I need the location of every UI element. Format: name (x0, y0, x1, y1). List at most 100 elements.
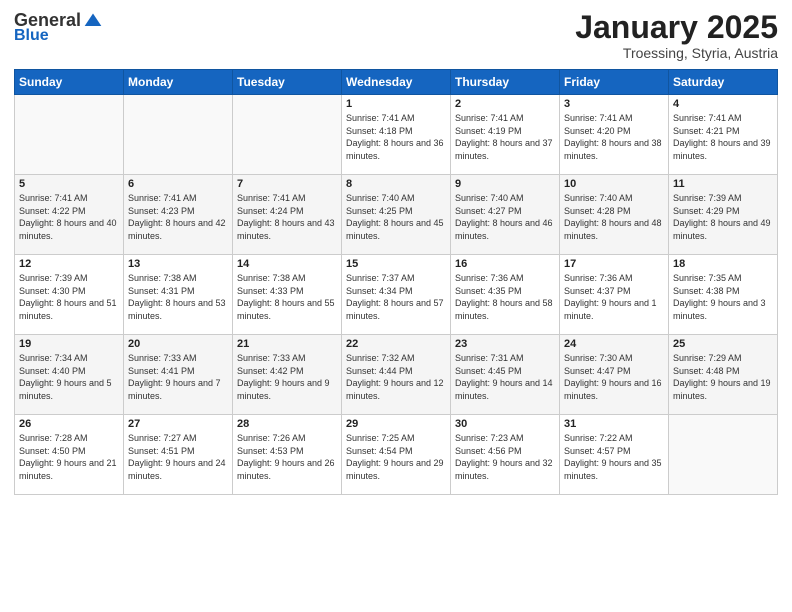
day-info: Sunrise: 7:31 AM Sunset: 4:45 PM Dayligh… (455, 352, 555, 402)
day-cell-0-1 (124, 95, 233, 175)
week-row-2: 5 Sunrise: 7:41 AM Sunset: 4:22 PM Daylig… (15, 175, 778, 255)
day-cell-4-3: 29Sunrise: 7:25 AM Sunset: 4:54 PM Dayli… (342, 415, 451, 495)
day-number: 20 (128, 338, 228, 350)
day-info: Sunrise: 7:35 AM Sunset: 4:38 PM Dayligh… (673, 272, 773, 322)
day-number: 26 (19, 418, 119, 430)
day-cell-2-2: 14 Sunrise: 7:38 AM Sunset: 4:33 PM Dayli… (233, 255, 342, 335)
day-cell-1-3: 8 Sunrise: 7:40 AM Sunset: 4:25 PM Daylig… (342, 175, 451, 255)
day-info: Sunrise: 7:41 AM Sunset: 4:20 PM Dayligh… (564, 112, 664, 162)
day-cell-0-2 (233, 95, 342, 175)
day-info: Sunrise: 7:41 AM Sunset: 4:19 PM Dayligh… (455, 112, 555, 162)
week-row-3: 12Sunrise: 7:39 AM Sunset: 4:30 PM Dayli… (15, 255, 778, 335)
day-cell-1-1: 6 Sunrise: 7:41 AM Sunset: 4:23 PM Daylig… (124, 175, 233, 255)
day-cell-3-1: 20 Sunrise: 7:33 AM Sunset: 4:41 PM Dayli… (124, 335, 233, 415)
logo-icon (83, 11, 103, 31)
day-cell-2-1: 13 Sunrise: 7:38 AM Sunset: 4:31 PM Dayli… (124, 255, 233, 335)
day-info: Sunrise: 7:41 AM Sunset: 4:22 PM Dayligh… (19, 192, 119, 242)
day-number: 25 (673, 338, 773, 350)
day-number: 22 (346, 338, 446, 350)
day-info: Sunrise: 7:36 AM Sunset: 4:35 PM Dayligh… (455, 272, 555, 322)
day-number: 13 (128, 258, 228, 270)
day-info: Sunrise: 7:26 AM Sunset: 4:53 PM Dayligh… (237, 432, 337, 482)
day-cell-0-4: 2 Sunrise: 7:41 AM Sunset: 4:19 PM Daylig… (451, 95, 560, 175)
day-number: 16 (455, 258, 555, 270)
day-cell-1-2: 7Sunrise: 7:41 AM Sunset: 4:24 PM Daylig… (233, 175, 342, 255)
day-info: Sunrise: 7:40 AM Sunset: 4:28 PM Dayligh… (564, 192, 664, 242)
day-info: Sunrise: 7:40 AM Sunset: 4:25 PM Dayligh… (346, 192, 446, 242)
day-cell-1-0: 5 Sunrise: 7:41 AM Sunset: 4:22 PM Daylig… (15, 175, 124, 255)
day-cell-4-5: 31Sunrise: 7:22 AM Sunset: 4:57 PM Dayli… (560, 415, 669, 495)
day-cell-1-6: 11Sunrise: 7:39 AM Sunset: 4:29 PM Dayli… (669, 175, 778, 255)
day-cell-0-5: 3 Sunrise: 7:41 AM Sunset: 4:20 PM Daylig… (560, 95, 669, 175)
day-number: 15 (346, 258, 446, 270)
day-info: Sunrise: 7:33 AM Sunset: 4:41 PM Dayligh… (128, 352, 228, 402)
day-number: 21 (237, 338, 337, 350)
day-info: Sunrise: 7:41 AM Sunset: 4:23 PM Dayligh… (128, 192, 228, 242)
day-number: 29 (346, 418, 446, 430)
day-info: Sunrise: 7:38 AM Sunset: 4:31 PM Dayligh… (128, 272, 228, 322)
day-info: Sunrise: 7:22 AM Sunset: 4:57 PM Dayligh… (564, 432, 664, 482)
col-saturday: Saturday (669, 70, 778, 95)
day-number: 8 (346, 178, 446, 190)
day-cell-3-4: 23 Sunrise: 7:31 AM Sunset: 4:45 PM Dayli… (451, 335, 560, 415)
day-cell-4-0: 26 Sunrise: 7:28 AM Sunset: 4:50 PM Dayli… (15, 415, 124, 495)
day-number: 2 (455, 98, 555, 110)
day-info: Sunrise: 7:30 AM Sunset: 4:47 PM Dayligh… (564, 352, 664, 402)
day-number: 23 (455, 338, 555, 350)
col-sunday: Sunday (15, 70, 124, 95)
day-number: 7 (237, 178, 337, 190)
day-cell-2-6: 18Sunrise: 7:35 AM Sunset: 4:38 PM Dayli… (669, 255, 778, 335)
logo-blue-text: Blue (14, 27, 49, 45)
week-row-1: 1Sunrise: 7:41 AM Sunset: 4:18 PM Daylig… (15, 95, 778, 175)
day-number: 17 (564, 258, 664, 270)
day-cell-3-6: 25 Sunrise: 7:29 AM Sunset: 4:48 PM Dayli… (669, 335, 778, 415)
day-cell-0-3: 1Sunrise: 7:41 AM Sunset: 4:18 PM Daylig… (342, 95, 451, 175)
day-number: 9 (455, 178, 555, 190)
logo: General Blue (14, 10, 105, 45)
calendar-table: Sunday Monday Tuesday Wednesday Thursday… (14, 69, 778, 495)
day-info: Sunrise: 7:37 AM Sunset: 4:34 PM Dayligh… (346, 272, 446, 322)
day-number: 6 (128, 178, 228, 190)
day-number: 14 (237, 258, 337, 270)
day-cell-1-5: 10 Sunrise: 7:40 AM Sunset: 4:28 PM Dayli… (560, 175, 669, 255)
day-number: 27 (128, 418, 228, 430)
week-row-5: 26 Sunrise: 7:28 AM Sunset: 4:50 PM Dayli… (15, 415, 778, 495)
day-cell-2-4: 16 Sunrise: 7:36 AM Sunset: 4:35 PM Dayli… (451, 255, 560, 335)
calendar-subtitle: Troessing, Styria, Austria (575, 45, 778, 61)
col-monday: Monday (124, 70, 233, 95)
day-cell-3-3: 22Sunrise: 7:32 AM Sunset: 4:44 PM Dayli… (342, 335, 451, 415)
day-number: 3 (564, 98, 664, 110)
col-wednesday: Wednesday (342, 70, 451, 95)
col-friday: Friday (560, 70, 669, 95)
day-number: 24 (564, 338, 664, 350)
col-tuesday: Tuesday (233, 70, 342, 95)
day-info: Sunrise: 7:41 AM Sunset: 4:21 PM Dayligh… (673, 112, 773, 162)
day-number: 10 (564, 178, 664, 190)
day-info: Sunrise: 7:27 AM Sunset: 4:51 PM Dayligh… (128, 432, 228, 482)
day-number: 19 (19, 338, 119, 350)
day-info: Sunrise: 7:23 AM Sunset: 4:56 PM Dayligh… (455, 432, 555, 482)
day-cell-0-6: 4 Sunrise: 7:41 AM Sunset: 4:21 PM Daylig… (669, 95, 778, 175)
week-row-4: 19Sunrise: 7:34 AM Sunset: 4:40 PM Dayli… (15, 335, 778, 415)
day-info: Sunrise: 7:36 AM Sunset: 4:37 PM Dayligh… (564, 272, 664, 322)
day-number: 11 (673, 178, 773, 190)
day-cell-4-4: 30Sunrise: 7:23 AM Sunset: 4:56 PM Dayli… (451, 415, 560, 495)
day-info: Sunrise: 7:28 AM Sunset: 4:50 PM Dayligh… (19, 432, 119, 482)
day-cell-4-2: 28 Sunrise: 7:26 AM Sunset: 4:53 PM Dayli… (233, 415, 342, 495)
day-info: Sunrise: 7:38 AM Sunset: 4:33 PM Dayligh… (237, 272, 337, 322)
day-cell-2-5: 17 Sunrise: 7:36 AM Sunset: 4:37 PM Dayli… (560, 255, 669, 335)
col-thursday: Thursday (451, 70, 560, 95)
day-number: 4 (673, 98, 773, 110)
day-number: 5 (19, 178, 119, 190)
day-number: 28 (237, 418, 337, 430)
calendar-page: General Blue January 2025 Troessing, Sty… (0, 0, 792, 612)
day-cell-4-6 (669, 415, 778, 495)
day-info: Sunrise: 7:33 AM Sunset: 4:42 PM Dayligh… (237, 352, 337, 402)
day-info: Sunrise: 7:39 AM Sunset: 4:30 PM Dayligh… (19, 272, 119, 322)
day-number: 1 (346, 98, 446, 110)
day-info: Sunrise: 7:29 AM Sunset: 4:48 PM Dayligh… (673, 352, 773, 402)
day-cell-2-3: 15 Sunrise: 7:37 AM Sunset: 4:34 PM Dayli… (342, 255, 451, 335)
day-cell-4-1: 27 Sunrise: 7:27 AM Sunset: 4:51 PM Dayli… (124, 415, 233, 495)
title-block: January 2025 Troessing, Styria, Austria (575, 10, 778, 61)
day-cell-3-5: 24 Sunrise: 7:30 AM Sunset: 4:47 PM Dayli… (560, 335, 669, 415)
